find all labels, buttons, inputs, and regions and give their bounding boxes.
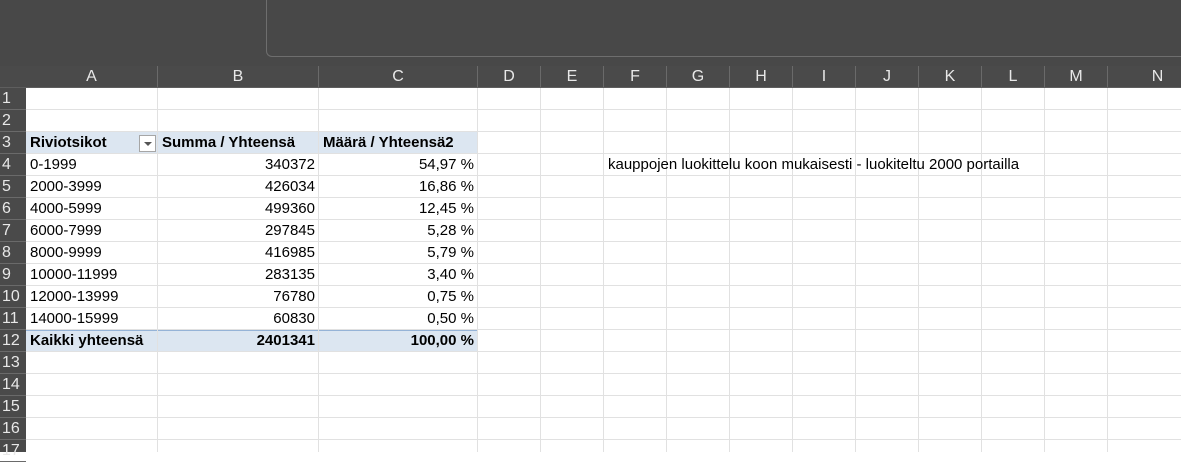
- column-header-M[interactable]: M: [1045, 66, 1108, 87]
- pivot-row-label[interactable]: 14000-15999: [26, 308, 158, 330]
- gridline-vertical: [981, 88, 982, 452]
- row-header-5[interactable]: 5: [0, 176, 26, 198]
- pivot-row-pct[interactable]: 16,86 %: [319, 176, 478, 198]
- worksheet-grid[interactable]: Riviotsikot Summa / Yhteensä Määrä / Yht…: [26, 88, 1181, 452]
- pivot-row-sum[interactable]: 283135: [158, 264, 319, 286]
- pivot-row-sum[interactable]: 426034: [158, 176, 319, 198]
- row-headers: 1 2 3 4 5 6 7 8 9 10 11 12 13 14 15 16 17: [0, 88, 26, 462]
- row-header-8[interactable]: 8: [0, 242, 26, 264]
- row-header-12[interactable]: 12: [0, 330, 26, 352]
- gridline-vertical: [666, 88, 667, 452]
- row-header-10[interactable]: 10: [0, 286, 26, 308]
- column-header-L[interactable]: L: [982, 66, 1045, 87]
- row-header-6[interactable]: 6: [0, 198, 26, 220]
- row-header-13[interactable]: 13: [0, 352, 26, 374]
- pivot-row-label[interactable]: 10000-11999: [26, 264, 158, 286]
- gridline-horizontal: [26, 395, 1181, 396]
- note-cell-f4[interactable]: kauppojen luokittelu koon mukaisesti - l…: [604, 154, 1023, 176]
- column-header-N[interactable]: N: [1108, 66, 1181, 87]
- pivot-row-pct[interactable]: 5,79 %: [319, 242, 478, 264]
- formula-bar-panel[interactable]: [266, 0, 1181, 57]
- column-header-H[interactable]: H: [730, 66, 793, 87]
- column-header-I[interactable]: I: [793, 66, 856, 87]
- pivot-row-sum[interactable]: 499360: [158, 198, 319, 220]
- gridline-vertical: [729, 88, 730, 452]
- pivot-row-sum[interactable]: 297845: [158, 220, 319, 242]
- pivot-row-label[interactable]: 12000-13999: [26, 286, 158, 308]
- column-header-J[interactable]: J: [856, 66, 919, 87]
- row-header-17[interactable]: 17: [0, 440, 26, 462]
- gridline-vertical: [1044, 88, 1045, 452]
- pivot-row-pct[interactable]: 5,28 %: [319, 220, 478, 242]
- gridline-vertical: [603, 88, 604, 452]
- pivot-total-pct[interactable]: 100,00 %: [319, 330, 478, 352]
- gridline-vertical: [540, 88, 541, 452]
- row-header-14[interactable]: 14: [0, 374, 26, 396]
- column-header-B[interactable]: B: [158, 66, 319, 87]
- pivot-row-pct[interactable]: 0,50 %: [319, 308, 478, 330]
- pivot-row-sum[interactable]: 60830: [158, 308, 319, 330]
- pivot-row-label[interactable]: 6000-7999: [26, 220, 158, 242]
- pivot-row-pct[interactable]: 12,45 %: [319, 198, 478, 220]
- row-header-7[interactable]: 7: [0, 220, 26, 242]
- row-header-4[interactable]: 4: [0, 154, 26, 176]
- pivot-row-sum[interactable]: 76780: [158, 286, 319, 308]
- column-header-A[interactable]: A: [26, 66, 158, 87]
- gridline-vertical: [855, 88, 856, 452]
- row-header-2[interactable]: 2: [0, 110, 26, 132]
- pivot-row-sum[interactable]: 416985: [158, 242, 319, 264]
- column-header-C[interactable]: C: [319, 66, 478, 87]
- gridline-vertical: [792, 88, 793, 452]
- pivot-row-sum[interactable]: 340372: [158, 154, 319, 176]
- pivot-row-pct[interactable]: 3,40 %: [319, 264, 478, 286]
- row-header-1[interactable]: 1: [0, 88, 26, 110]
- pivot-row-label[interactable]: 4000-5999: [26, 198, 158, 220]
- gridline-horizontal: [26, 373, 1181, 374]
- pivot-total-label[interactable]: Kaikki yhteensä: [26, 330, 158, 352]
- row-header-15[interactable]: 15: [0, 396, 26, 418]
- gridline-horizontal: [26, 109, 1181, 110]
- column-header-G[interactable]: G: [667, 66, 730, 87]
- pivot-row-label[interactable]: 8000-9999: [26, 242, 158, 264]
- pivot-row-label[interactable]: 0-1999: [26, 154, 158, 176]
- column-header-F[interactable]: F: [604, 66, 667, 87]
- pivot-row-pct[interactable]: 0,75 %: [319, 286, 478, 308]
- pivot-sum-header[interactable]: Summa / Yhteensä: [158, 132, 319, 154]
- gridline-horizontal: [26, 417, 1181, 418]
- pivot-total-sum[interactable]: 2401341: [158, 330, 319, 352]
- row-header-16[interactable]: 16: [0, 418, 26, 440]
- pivot-row-pct[interactable]: 54,97 %: [319, 154, 478, 176]
- column-header-D[interactable]: D: [478, 66, 541, 87]
- gridline-vertical: [1107, 88, 1108, 452]
- column-header-K[interactable]: K: [919, 66, 982, 87]
- chevron-down-icon: [144, 142, 152, 146]
- pivot-row-label[interactable]: 2000-3999: [26, 176, 158, 198]
- column-header-E[interactable]: E: [541, 66, 604, 87]
- gridline-vertical: [918, 88, 919, 452]
- pivot-filter-dropdown[interactable]: [139, 135, 156, 152]
- column-headers: ABCDEFGHIJKLMN: [0, 66, 1181, 88]
- row-header-11[interactable]: 11: [0, 308, 26, 330]
- gridline-horizontal: [26, 439, 1181, 440]
- ribbon-area: [0, 0, 1181, 66]
- row-header-9[interactable]: 9: [0, 264, 26, 286]
- pivot-count-header[interactable]: Määrä / Yhteensä2: [319, 132, 478, 154]
- row-header-3[interactable]: 3: [0, 132, 26, 154]
